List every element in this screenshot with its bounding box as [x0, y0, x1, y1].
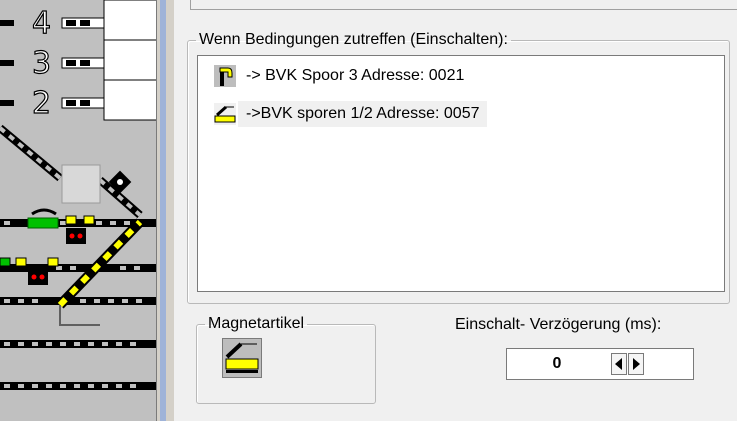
triangle-right-icon — [633, 358, 640, 370]
magnet-article-button[interactable] — [222, 338, 262, 378]
delay-stepper[interactable]: 0 — [506, 348, 694, 380]
magnet-article-legend: Magnetartikel — [208, 315, 305, 332]
conditions-list[interactable]: -> BVK Spoor 3 Adresse: 0021 ->BVK spore… — [197, 55, 725, 292]
turnout-icon — [212, 101, 238, 127]
list-item-label: ->BVK sporen 1/2 Adresse: 0057 — [238, 101, 488, 127]
occupied-track-segment — [27, 217, 59, 229]
track-number-4: 4 — [32, 6, 51, 41]
track-bumpers — [61, 0, 160, 121]
signal-icon — [212, 63, 238, 89]
conditions-legend: Wenn Bedingungen zutreffen (Einschalten)… — [199, 31, 508, 48]
track-plan[interactable]: 4 3 2 — [0, 0, 160, 421]
panel-top-border — [190, 0, 737, 10]
increment-button[interactable] — [628, 353, 644, 375]
track-number-3: 3 — [32, 46, 51, 81]
block-tile — [61, 164, 101, 204]
turnout-icon — [225, 342, 259, 373]
list-item[interactable]: -> BVK Spoor 3 Adresse: 0021 — [212, 62, 472, 90]
splitter-shade — [160, 0, 166, 421]
delay-label: Einschalt- Verzögerung (ms): — [455, 316, 662, 333]
list-item-label: -> BVK Spoor 3 Adresse: 0021 — [246, 67, 465, 84]
track-number-2: 2 — [32, 86, 51, 121]
decrement-button[interactable] — [611, 353, 627, 375]
list-item[interactable]: ->BVK sporen 1/2 Adresse: 0057 — [212, 100, 488, 128]
horizontal-tracks — [0, 219, 160, 390]
triangle-left-icon — [615, 358, 622, 370]
delay-value[interactable]: 0 — [507, 349, 607, 379]
